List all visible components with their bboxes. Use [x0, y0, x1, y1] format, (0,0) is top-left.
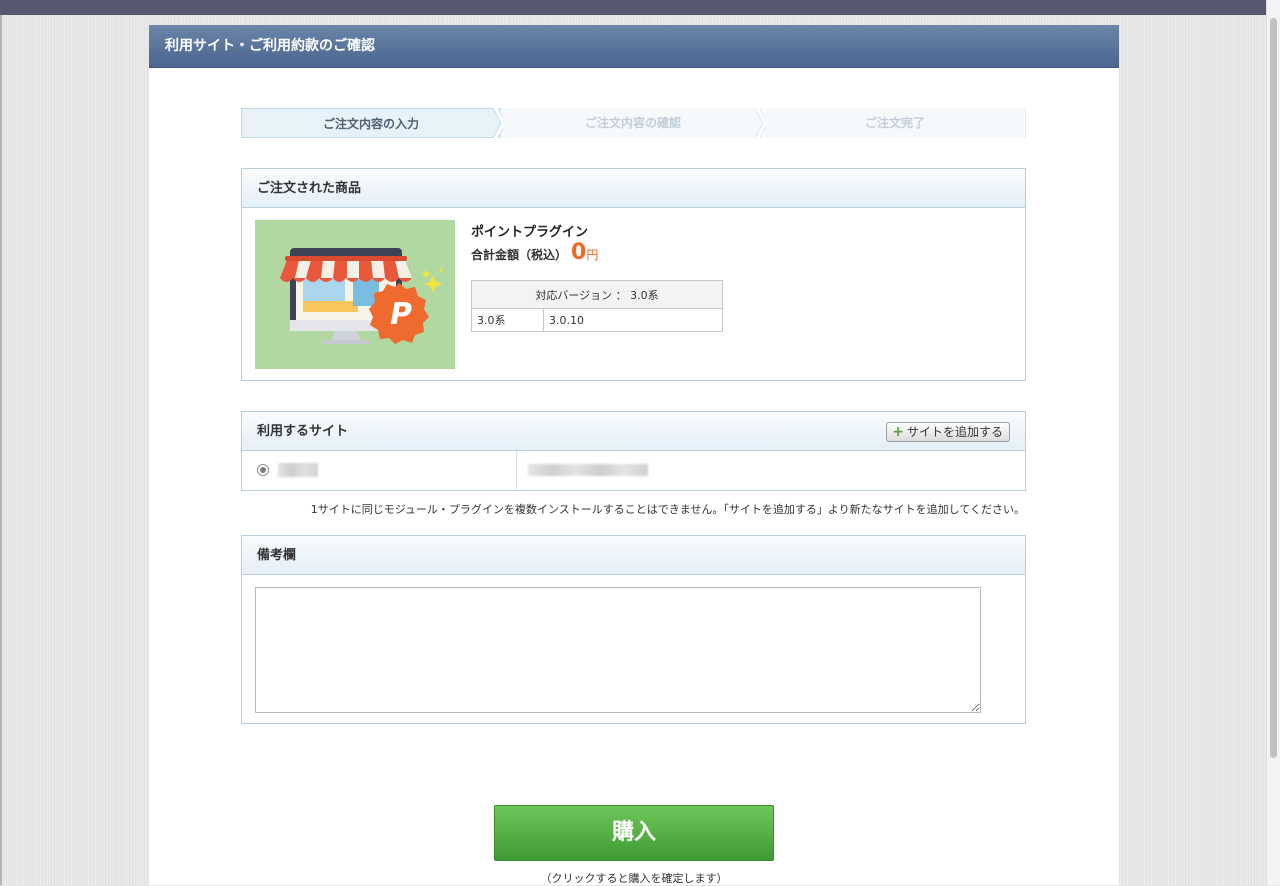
add-site-button[interactable]: + サイトを追加する	[886, 422, 1010, 442]
confirmation-dialog: 利用サイト・ご利用約款のご確認 ご注文内容の入力 ご注文内容の確認 ご注文完了 …	[149, 25, 1119, 885]
price-value: 0	[571, 240, 587, 265]
version-table-header: 対応バージョン ： 3.0系	[471, 280, 723, 309]
left-edge-shadow	[0, 15, 2, 885]
site-url-redacted	[528, 464, 648, 476]
order-steps: ご注文内容の入力 ご注文内容の確認 ご注文完了	[241, 108, 1026, 138]
vertical-scrollbar[interactable]	[1266, 0, 1280, 885]
purchase-note: （クリックすると購入を確定します）	[540, 872, 728, 885]
version-series-cell: 3.0系	[471, 308, 544, 332]
total-price: 合計金額（税込） 0円	[471, 240, 599, 265]
shop-plugin-icon: P	[255, 220, 455, 369]
step-input: ご注文内容の入力	[241, 108, 501, 138]
version-number-cell: 3.0.10	[543, 308, 723, 332]
add-site-label: サイトを追加する	[906, 425, 1003, 439]
site-name-cell	[242, 451, 517, 490]
plus-icon: +	[892, 424, 904, 440]
browser-top-bar	[0, 0, 1266, 15]
dialog-title: 利用サイト・ご利用約款のご確認	[149, 25, 1119, 68]
site-radio[interactable]	[257, 464, 269, 476]
ordered-product-heading: ご注文された商品	[242, 169, 1025, 208]
site-selection-title: 利用するサイト	[257, 424, 349, 439]
step-confirm: ご注文内容の確認	[503, 108, 763, 138]
site-selection-panel: 利用するサイト + サイトを追加する	[241, 411, 1026, 491]
table-row: 3.0系 3.0.10	[471, 308, 723, 332]
price-unit: 円	[586, 248, 599, 262]
step-complete: ご注文完了	[765, 108, 1026, 138]
remarks-panel: 備考欄	[241, 535, 1026, 724]
price-label: 合計金額（税込）	[471, 248, 568, 262]
ordered-product-panel: ご注文された商品 P ポイントプラグイン 合計金額（税込） 0円 対応バージョン…	[241, 168, 1026, 381]
remarks-heading: 備考欄	[242, 536, 1025, 575]
site-row[interactable]	[242, 451, 1025, 490]
remarks-textarea[interactable]	[255, 587, 981, 713]
version-table: 対応バージョン ： 3.0系 3.0系 3.0.10	[471, 280, 723, 332]
purchase-button[interactable]: 購入	[494, 805, 774, 861]
site-name-redacted	[278, 463, 318, 477]
site-note: 1サイトに同じモジュール・プラグインを複数インストールすることはできません。「サ…	[310, 503, 1025, 516]
product-name: ポイントプラグイン	[471, 225, 589, 240]
scrollbar-thumb[interactable]	[1270, 18, 1277, 758]
